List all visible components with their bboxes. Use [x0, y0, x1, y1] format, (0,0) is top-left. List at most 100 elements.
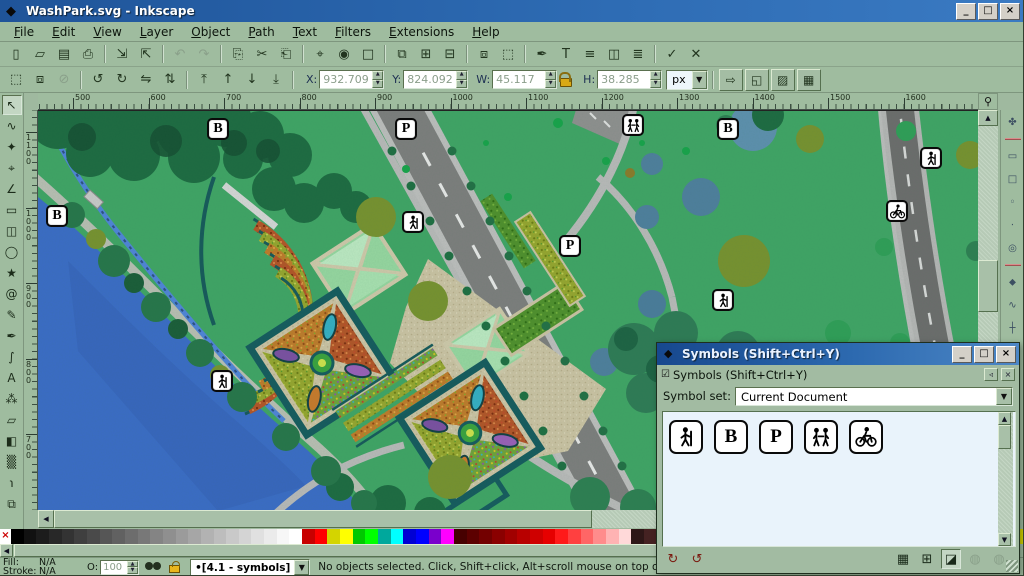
- p-symbol[interactable]: P: [759, 420, 793, 454]
- color-swatch[interactable]: [631, 529, 644, 544]
- spiral-tool[interactable]: @: [2, 284, 22, 304]
- color-swatch[interactable]: [176, 529, 189, 544]
- color-swatch[interactable]: [226, 529, 239, 544]
- color-swatch[interactable]: [214, 529, 227, 544]
- color-swatch[interactable]: [315, 529, 328, 544]
- zoom-tool[interactable]: ⌖: [2, 158, 22, 178]
- map-symbol-hiker[interactable]: [402, 211, 424, 233]
- color-swatch[interactable]: [505, 529, 518, 544]
- map-symbol-b[interactable]: B: [207, 118, 229, 140]
- transform-stroke-icon[interactable]: ⇨: [719, 69, 743, 91]
- snap-bbox-edges-icon[interactable]: □: [1004, 170, 1022, 188]
- color-swatch[interactable]: [441, 529, 454, 544]
- palette-scroll-left-icon[interactable]: ◀: [0, 544, 13, 557]
- color-swatch[interactable]: [619, 529, 632, 544]
- color-swatch[interactable]: [543, 529, 556, 544]
- x-input[interactable]: 932.709▲▼: [319, 70, 384, 89]
- ungroup-objects-icon[interactable]: ⬚: [497, 44, 519, 65]
- text-tool[interactable]: A: [2, 368, 22, 388]
- flip-vertical-icon[interactable]: ⇅: [159, 69, 181, 90]
- raise-to-top-icon[interactable]: ⤒: [193, 69, 215, 90]
- color-swatch[interactable]: [416, 529, 429, 544]
- color-swatch[interactable]: [644, 529, 657, 544]
- resize-grip[interactable]: [1006, 560, 1018, 572]
- swatch-none[interactable]: ×: [0, 529, 11, 544]
- import-icon[interactable]: ⇲: [111, 44, 133, 65]
- zoom-selection-icon[interactable]: ⌖: [309, 44, 331, 65]
- scroll-left-icon[interactable]: ◀: [38, 510, 54, 528]
- pen-tool[interactable]: ✒: [2, 326, 22, 346]
- color-swatch[interactable]: [62, 529, 75, 544]
- measure-tool[interactable]: ∠: [2, 179, 22, 199]
- unit-select[interactable]: px▼: [666, 70, 708, 90]
- color-swatch[interactable]: [11, 529, 24, 544]
- calligraphy-tool[interactable]: ∫: [2, 347, 22, 367]
- layer-select[interactable]: •[4.1 - symbols] ▼: [190, 559, 310, 576]
- zoom-out-ghost-icon[interactable]: ◍: [965, 549, 985, 569]
- view-grid-small-icon[interactable]: ▦: [893, 549, 913, 569]
- group-objects-icon[interactable]: ⧈: [473, 44, 495, 65]
- color-swatch[interactable]: [239, 529, 252, 544]
- lower-to-bottom-icon[interactable]: ⤓: [265, 69, 287, 90]
- transform-corners-icon[interactable]: ◱: [745, 69, 769, 91]
- color-swatch[interactable]: [340, 529, 353, 544]
- map-symbol-hiker[interactable]: [211, 370, 233, 392]
- color-swatch[interactable]: [251, 529, 264, 544]
- y-input[interactable]: 824.092▲▼: [403, 70, 468, 89]
- color-swatch[interactable]: [429, 529, 442, 544]
- print-icon[interactable]: ⎙: [77, 44, 99, 65]
- transform-pattern-icon[interactable]: ▦: [797, 69, 821, 91]
- color-swatch[interactable]: [264, 529, 277, 544]
- symbols-scrollbar[interactable]: ▲ ▼: [998, 412, 1013, 546]
- send-to-symbols-icon[interactable]: ↻: [663, 549, 683, 569]
- color-swatch[interactable]: [568, 529, 581, 544]
- color-swatch[interactable]: [606, 529, 619, 544]
- color-swatch[interactable]: [163, 529, 176, 544]
- snap-path-icon[interactable]: ∿: [1004, 296, 1022, 314]
- menu-view[interactable]: View: [85, 23, 129, 41]
- color-swatch[interactable]: [74, 529, 87, 544]
- horizontal-scroll-thumb[interactable]: [54, 510, 592, 528]
- ellipse-tool[interactable]: ◯: [2, 242, 22, 262]
- copy-icon[interactable]: ⎘: [227, 44, 249, 65]
- symbols-list[interactable]: BP: [662, 411, 1016, 547]
- color-swatch[interactable]: [492, 529, 505, 544]
- color-swatch[interactable]: [49, 529, 62, 544]
- menu-layer[interactable]: Layer: [132, 23, 181, 41]
- rotate-ccw-icon[interactable]: ↺: [87, 69, 109, 90]
- deselect-icon[interactable]: ⊘: [53, 69, 75, 90]
- map-symbol-p[interactable]: P: [395, 118, 417, 140]
- layers-dialog-icon[interactable]: ≡: [579, 44, 601, 65]
- map-symbol-bike[interactable]: [886, 200, 908, 222]
- color-swatch[interactable]: [100, 529, 113, 544]
- h-input[interactable]: 38.285▲▼: [597, 70, 662, 89]
- rectangle-tool[interactable]: ▭: [2, 200, 22, 220]
- chevron-down-icon[interactable]: ▼: [692, 71, 707, 89]
- color-swatch[interactable]: [327, 529, 340, 544]
- symbol-set-select[interactable]: Current Document ▼: [735, 387, 1013, 406]
- rotate-cw-icon[interactable]: ↻: [111, 69, 133, 90]
- unlink-clone-icon[interactable]: ⊟: [439, 44, 461, 65]
- selector-tool[interactable]: ↖: [2, 95, 22, 115]
- create-clone-icon[interactable]: ⊞: [415, 44, 437, 65]
- color-swatch[interactable]: [188, 529, 201, 544]
- b-symbol[interactable]: B: [714, 420, 748, 454]
- color-swatch[interactable]: [201, 529, 214, 544]
- undo-icon[interactable]: ↶: [169, 44, 191, 65]
- map-symbol-b[interactable]: B: [46, 205, 68, 227]
- map-symbol-b[interactable]: B: [717, 118, 739, 140]
- color-swatch[interactable]: [302, 529, 315, 544]
- spellcheck-icon[interactable]: ✓: [661, 44, 683, 65]
- cut-icon[interactable]: ✂: [251, 44, 273, 65]
- paste-icon[interactable]: ⎗: [275, 44, 297, 65]
- color-swatch[interactable]: [24, 529, 37, 544]
- open-document-icon[interactable]: ▱: [29, 44, 51, 65]
- spray-tool[interactable]: ⁂: [2, 389, 22, 409]
- color-swatch[interactable]: [365, 529, 378, 544]
- map-symbol-p[interactable]: P: [559, 235, 581, 257]
- color-swatch[interactable]: [581, 529, 594, 544]
- star-tool[interactable]: ★: [2, 263, 22, 283]
- snap-bbox-corners-icon[interactable]: ◦: [1004, 193, 1022, 211]
- color-swatch[interactable]: [555, 529, 568, 544]
- dialog-maximize-button[interactable]: □: [974, 346, 994, 363]
